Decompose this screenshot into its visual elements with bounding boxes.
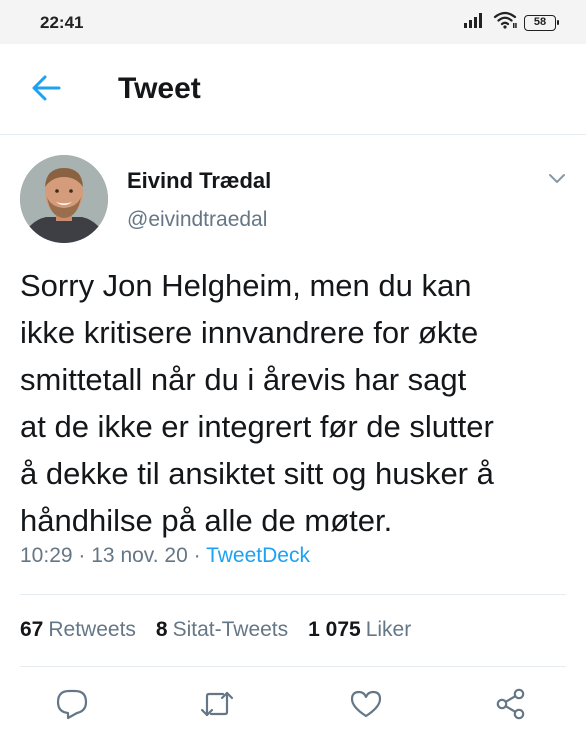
meta-separator: · <box>193 544 201 567</box>
quotes-stat[interactable]: 8 Sitat-Tweets <box>156 618 288 642</box>
reply-icon <box>55 688 89 725</box>
status-time: 22:41 <box>40 13 84 32</box>
share-icon <box>494 688 528 725</box>
like-icon <box>349 689 383 724</box>
app-header: Tweet <box>0 44 586 135</box>
reply-button[interactable] <box>52 686 92 726</box>
divider <box>20 666 566 667</box>
tweet-date: 13 nov. 20 <box>91 544 188 567</box>
meta-separator: · <box>78 544 86 567</box>
divider <box>20 594 566 595</box>
tweet-stats: 67 Retweets 8 Sitat-Tweets 1 075 Liker <box>20 618 411 642</box>
likes-count: 1 075 <box>308 618 361 641</box>
author-handle[interactable]: @eivindtraedal <box>127 208 267 232</box>
tweet-meta: 10:29 · 13 nov. 20 · TweetDeck <box>20 544 310 568</box>
retweet-icon <box>199 689 235 724</box>
back-button[interactable] <box>22 66 70 114</box>
status-bar: 22:41 58 <box>0 0 586 44</box>
tweet-time: 10:29 <box>20 544 73 567</box>
more-options-button[interactable] <box>542 168 572 192</box>
share-button[interactable] <box>491 686 531 726</box>
avatar[interactable] <box>20 155 108 243</box>
page-title: Tweet <box>118 72 201 105</box>
arrow-left-icon <box>31 75 61 106</box>
battery-icon: 58 <box>524 14 559 31</box>
retweet-button[interactable] <box>197 686 237 726</box>
quotes-label: Sitat-Tweets <box>172 618 289 641</box>
tweet-text: Sorry Jon Helgheim, men du kan ikke krit… <box>20 268 494 538</box>
author-name[interactable]: Eivind Trædal <box>127 168 271 194</box>
likes-stat[interactable]: 1 075 Liker <box>308 618 411 642</box>
retweets-stat[interactable]: 67 Retweets <box>20 618 136 642</box>
retweets-count: 67 <box>20 618 44 641</box>
likes-label: Liker <box>365 618 412 641</box>
quotes-count: 8 <box>155 618 168 641</box>
chevron-down-icon <box>548 171 566 189</box>
status-icons: 58 <box>464 11 559 34</box>
wifi-icon <box>493 11 517 34</box>
tweet-source-link[interactable]: TweetDeck <box>206 544 310 567</box>
retweets-label: Retweets <box>48 618 136 641</box>
like-button[interactable] <box>346 686 386 726</box>
action-bar <box>0 682 586 728</box>
signal-icon <box>464 12 486 33</box>
